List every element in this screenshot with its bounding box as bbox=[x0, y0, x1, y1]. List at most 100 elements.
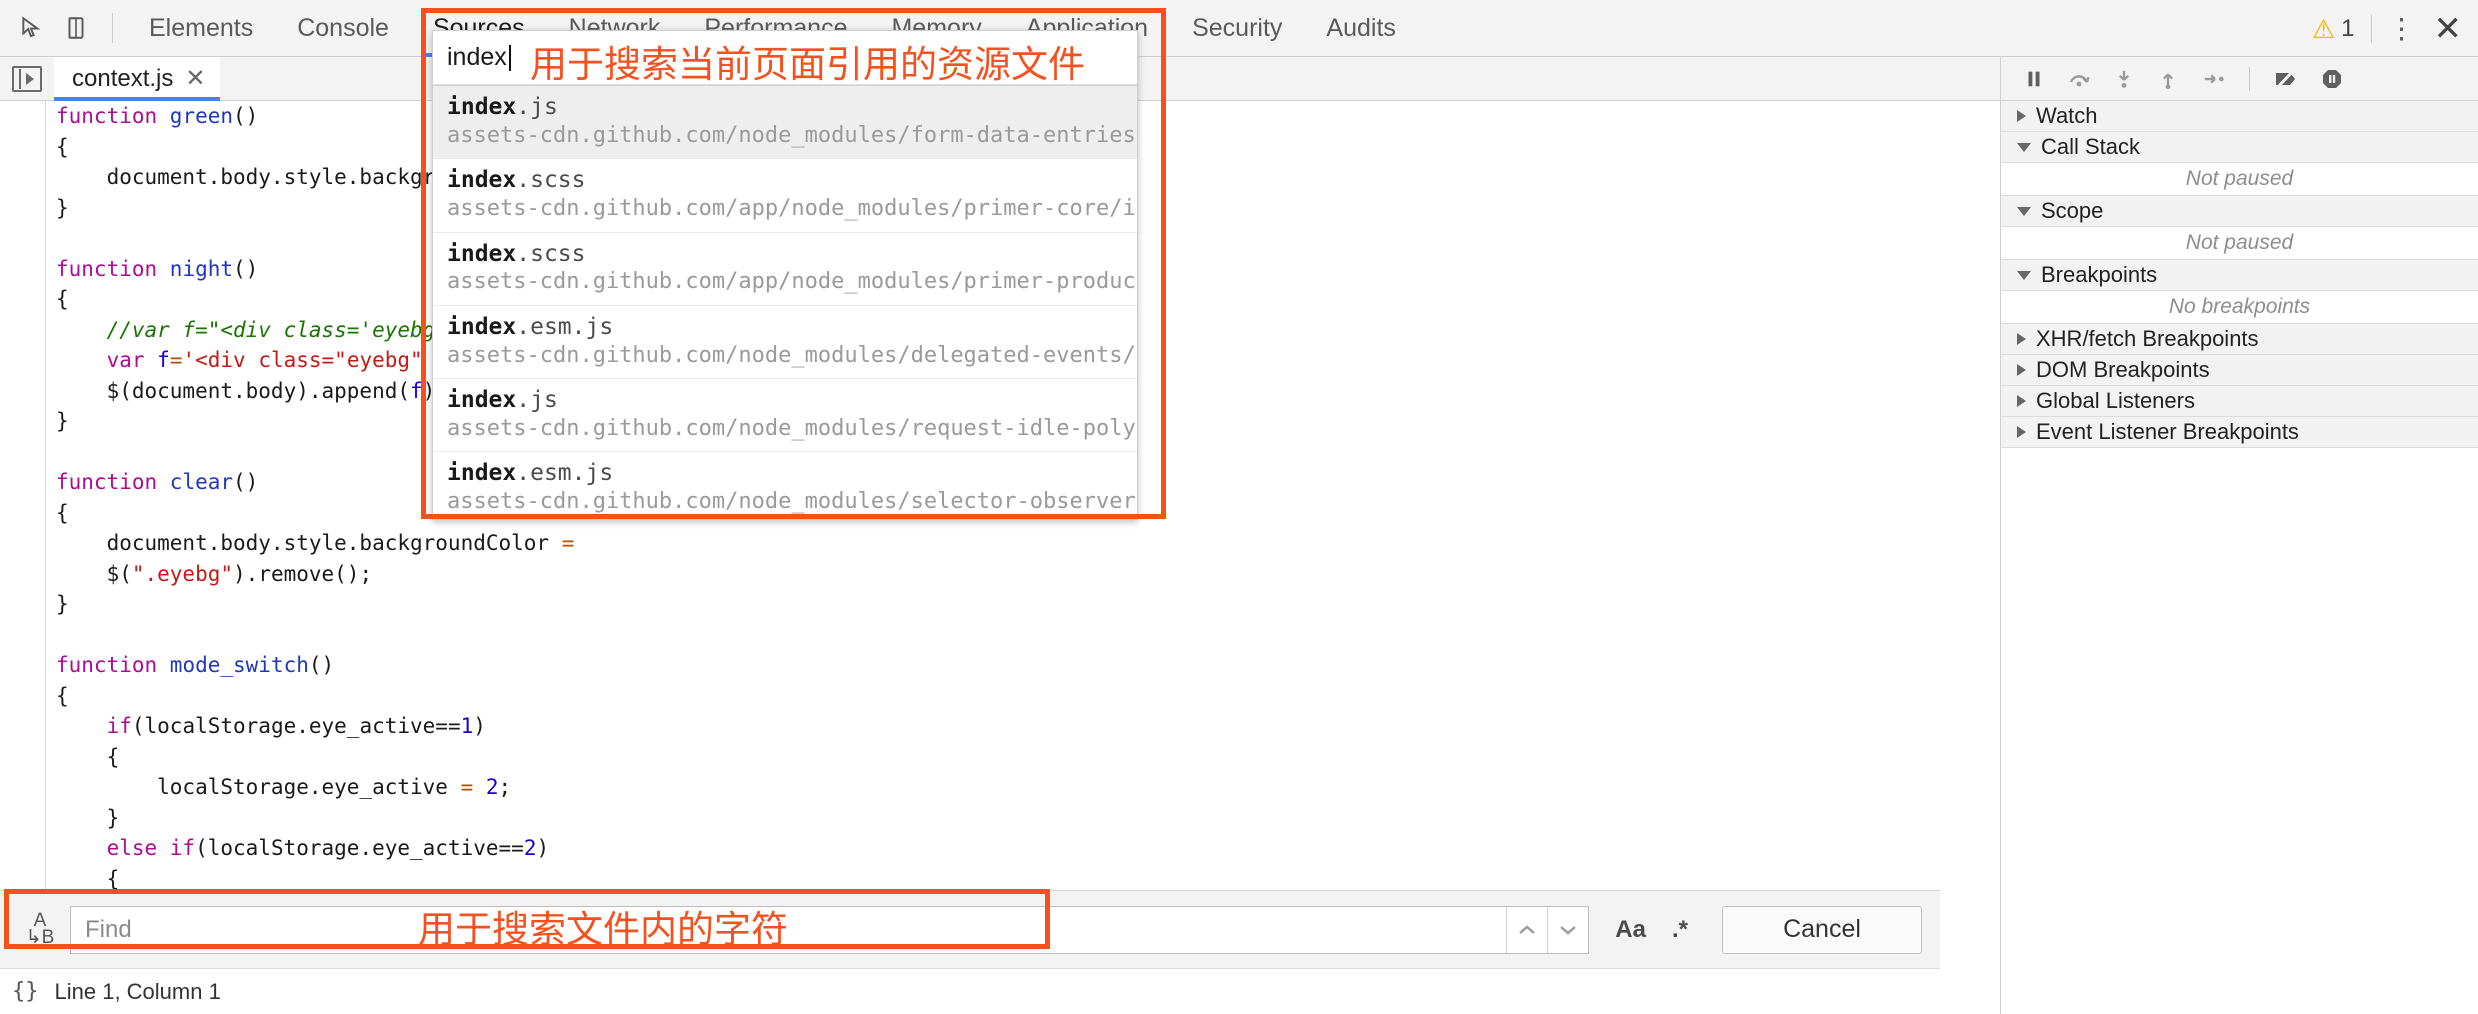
code-line-text: document.body.style.backgroundColor = bbox=[56, 531, 588, 555]
toolbar-divider bbox=[112, 13, 113, 43]
code-line-text: } bbox=[56, 195, 69, 220]
match-case-toggle[interactable]: Aa bbox=[1615, 916, 1646, 944]
code-line-text: function mode_switch() bbox=[56, 653, 335, 677]
tab-console[interactable]: Console bbox=[275, 0, 411, 57]
code-line: 24 } bbox=[0, 803, 1940, 834]
more-options-icon[interactable]: ⋮ bbox=[2388, 15, 2416, 43]
code-line-text: { bbox=[56, 866, 120, 891]
find-input[interactable]: Find bbox=[70, 905, 1590, 954]
debugger-section-label: Watch bbox=[2036, 103, 2098, 128]
debugger-toolbar bbox=[2001, 57, 2478, 101]
step-over-next-function-call-icon[interactable] bbox=[2067, 67, 2091, 91]
quick-open-item[interactable]: index.scss assets-cdn.github.com/app/node… bbox=[433, 159, 1137, 233]
debugger-section-body: Not paused bbox=[2001, 163, 2478, 196]
debugger-section-label: Event Listener Breakpoints bbox=[2036, 419, 2299, 444]
code-line: 23 localStorage.eye_active = 2; bbox=[0, 772, 1940, 803]
chevron-right-icon bbox=[2017, 364, 2026, 376]
pause-on-exceptions-icon[interactable] bbox=[2320, 67, 2344, 91]
quick-open-item[interactable]: index.scss assets-cdn.github.com/app/node… bbox=[433, 232, 1137, 306]
quick-open-item[interactable]: index.js assets-cdn.github.com/node_modul… bbox=[433, 379, 1137, 453]
tab-label: Elements bbox=[149, 13, 254, 42]
annotation-label-quick-open: 用于搜索当前页面引用的资源文件 bbox=[530, 43, 1085, 86]
device-toolbar-icon[interactable] bbox=[54, 6, 98, 50]
file-tab-context-js[interactable]: context.js ✕ bbox=[54, 56, 220, 101]
step-icon[interactable] bbox=[2201, 68, 2227, 90]
debugger-section-global-listeners[interactable]: Global Listeners bbox=[2001, 386, 2478, 417]
quick-open-item-filename: index.js bbox=[447, 387, 558, 413]
quick-open-item-path: assets-cdn.github.com/app/node_modules/p… bbox=[447, 269, 1137, 295]
debugger-sections: Watch Call Stack Not paused Scope Not paused… bbox=[2001, 101, 2478, 448]
quick-open-query: index bbox=[447, 43, 507, 71]
toolbar-divider bbox=[2249, 66, 2250, 91]
debugger-section-xhr-fetch-breakpoints[interactable]: XHR/fetch Breakpoints bbox=[2001, 324, 2478, 355]
tab-audits[interactable]: Audits bbox=[1304, 0, 1417, 57]
tab-security[interactable]: Security bbox=[1170, 0, 1304, 57]
debugger-section-watch[interactable]: Watch bbox=[2001, 101, 2478, 132]
find-prev-button[interactable] bbox=[1507, 906, 1549, 953]
debugger-section-event-listener-breakpoints[interactable]: Event Listener Breakpoints bbox=[2001, 417, 2478, 448]
code-line-text: { bbox=[56, 134, 69, 159]
code-line: 26 { bbox=[0, 864, 1940, 891]
tab-label: Audits bbox=[1326, 13, 1396, 42]
debugger-section-label: Global Listeners bbox=[2036, 388, 2195, 413]
chevron-down-icon bbox=[2017, 206, 2031, 216]
code-line-text: function night() bbox=[56, 256, 259, 281]
close-icon[interactable]: ✕ bbox=[2434, 9, 2463, 49]
debugger-section-label: Call Stack bbox=[2041, 134, 2141, 159]
quick-open-item-path: assets-cdn.github.com/node_modules/reque… bbox=[447, 415, 1137, 441]
warning-counter[interactable]: ⚠ 1 bbox=[2312, 15, 2355, 43]
quick-open-item-path: assets-cdn.github.com/app/node_modules/p… bbox=[447, 196, 1137, 221]
chevron-down-icon bbox=[2017, 270, 2031, 280]
quick-open-item-filename: index.esm.js bbox=[447, 313, 614, 340]
debugger-section-call-stack[interactable]: Call Stack bbox=[2001, 132, 2478, 163]
debugger-section-scope[interactable]: Scope bbox=[2001, 196, 2478, 227]
quick-open-dialog[interactable]: index index.js assets-cdn.github.com/node… bbox=[432, 30, 1138, 520]
close-icon[interactable]: ✕ bbox=[185, 64, 205, 93]
code-line-text: { bbox=[56, 500, 69, 525]
resume-script-execution-icon[interactable] bbox=[2023, 68, 2045, 90]
chevron-right-icon bbox=[2017, 395, 2026, 407]
code-line-text: if(localStorage.eye_active==1) bbox=[106, 714, 486, 738]
code-line-text: function green() bbox=[56, 104, 259, 128]
find-placeholder: Find bbox=[85, 915, 132, 943]
debugger-section-body: No breakpoints bbox=[2001, 291, 2478, 324]
inspect-element-icon[interactable] bbox=[10, 6, 54, 50]
tab-elements[interactable]: Elements bbox=[127, 0, 275, 57]
match-case-replace-icon[interactable]: A ↳B bbox=[18, 911, 62, 946]
text-caret bbox=[508, 44, 511, 71]
code-line-text: } bbox=[56, 592, 69, 616]
chevron-right-icon bbox=[2017, 333, 2026, 345]
quick-open-item[interactable]: index.esm.js assets-cdn.github.com/node_m… bbox=[433, 305, 1137, 379]
code-line: 17} bbox=[0, 589, 1940, 620]
quick-open-item-path: assets-cdn.github.com/node_modules/deleg… bbox=[447, 342, 1137, 368]
pretty-print-icon[interactable]: {} bbox=[12, 979, 39, 1004]
step-into-next-function-call-icon[interactable] bbox=[2113, 67, 2135, 91]
debugger-section-breakpoints[interactable]: Breakpoints bbox=[2001, 260, 2478, 291]
find-bar: A ↳B Find Aa .* Cancel bbox=[0, 890, 1940, 968]
quick-open-item-path: assets-cdn.github.com/node_modules/form-… bbox=[447, 122, 1137, 148]
chevron-down-icon bbox=[2017, 142, 2031, 152]
quick-open-item[interactable]: index.esm.js assets-cdn.github.com/node_m… bbox=[433, 452, 1137, 519]
code-line-text: } bbox=[56, 409, 69, 433]
code-line: 21 if(localStorage.eye_active==1) bbox=[0, 711, 1940, 742]
debugger-section-label: Scope bbox=[2041, 198, 2104, 223]
cancel-button[interactable]: Cancel bbox=[1722, 905, 1922, 954]
code-line: 18 bbox=[0, 620, 1940, 651]
code-line: 20{ bbox=[0, 681, 1940, 712]
file-tab-label: context.js bbox=[72, 64, 174, 92]
tab-label: Console bbox=[297, 13, 389, 42]
deactivate-breakpoints-icon[interactable] bbox=[2272, 67, 2298, 91]
quick-open-item[interactable]: index.js assets-cdn.github.com/node_modul… bbox=[433, 85, 1137, 160]
debugger-section-dom-breakpoints[interactable]: DOM Breakpoints bbox=[2001, 355, 2478, 386]
find-next-button[interactable] bbox=[1548, 907, 1588, 953]
code-line-text: } bbox=[56, 805, 120, 830]
chevron-right-icon bbox=[2017, 110, 2026, 122]
quick-open-item-filename: index.esm.js bbox=[447, 460, 614, 487]
warning-triangle-icon: ⚠ bbox=[2311, 13, 2336, 44]
show-navigator-button[interactable] bbox=[12, 65, 42, 92]
find-nav-buttons bbox=[1506, 906, 1588, 953]
step-out-of-current-function-icon[interactable] bbox=[2157, 67, 2179, 91]
debugger-section-label: DOM Breakpoints bbox=[2036, 357, 2210, 382]
tab-label: Security bbox=[1192, 13, 1283, 42]
regex-toggle[interactable]: .* bbox=[1672, 916, 1688, 944]
